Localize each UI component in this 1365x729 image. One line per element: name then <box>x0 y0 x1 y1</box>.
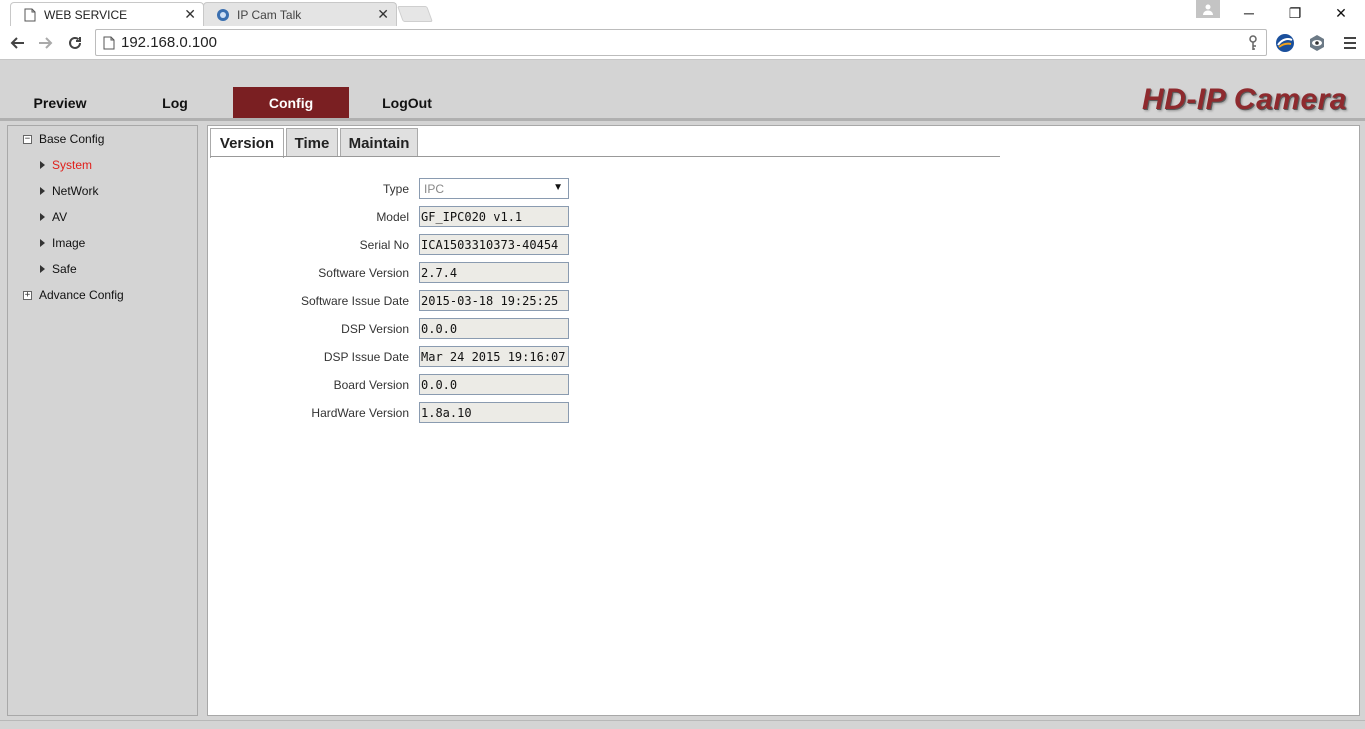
tab-time[interactable]: Time <box>286 128 338 157</box>
menu-preview[interactable]: Preview <box>2 87 118 118</box>
page-icon <box>23 8 37 22</box>
dsp-issue-date-label: DSP Issue Date <box>323 350 409 364</box>
address-url: 192.168.0.100 <box>121 34 217 51</box>
type-label: Type <box>382 182 409 196</box>
menu-icon[interactable] <box>1339 32 1361 54</box>
browser-tab-ip-cam-talk[interactable]: IP Cam Talk ✕ <box>203 2 397 26</box>
serial-field[interactable]: ICA1503310373-40454 <box>419 234 569 255</box>
key-icon[interactable] <box>1248 35 1258 54</box>
close-icon[interactable]: ✕ <box>184 6 196 23</box>
page-icon <box>103 36 115 54</box>
form-row-board-version: Board Version 0.0.0 <box>208 374 608 396</box>
chevron-down-icon: ▼ <box>553 182 563 193</box>
tree-label: Image <box>52 236 86 250</box>
browser-window: WEB SERVICE ✕ IP Cam Talk ✕ ─ ❐ ✕ 192.16… <box>0 0 1365 729</box>
browser-tab-strip: WEB SERVICE ✕ IP Cam Talk ✕ ─ ❐ ✕ <box>0 0 1365 26</box>
type-value: IPC <box>424 182 445 196</box>
sidebar: − Base Config System NetWork AV Image Sa… <box>7 125 198 716</box>
hardware-version-label: HardWare Version <box>311 406 409 420</box>
sidebar-item-system[interactable]: System <box>40 155 92 175</box>
type-select[interactable]: IPC ▼ <box>419 178 569 199</box>
header-divider <box>0 118 1365 121</box>
tree-advance-config[interactable]: + Advance Config <box>23 285 124 305</box>
serial-label: Serial No <box>359 238 409 252</box>
extension-icon[interactable] <box>1274 32 1296 54</box>
tab-divider <box>210 156 1000 157</box>
browser-toolbar: 192.168.0.100 <box>0 26 1365 60</box>
form-row-software-issue-date: Software Issue Date 2015-03-18 19:25:25 <box>208 290 608 312</box>
tab-maintain[interactable]: Maintain <box>340 128 418 157</box>
tree-label: Safe <box>52 262 77 276</box>
board-version-label: Board Version <box>333 378 409 392</box>
dsp-issue-date-field[interactable]: Mar 24 2015 19:16:07 <box>419 346 569 367</box>
tree-label: Advance Config <box>39 288 124 302</box>
close-icon[interactable]: ✕ <box>377 6 389 23</box>
sidebar-item-safe[interactable]: Safe <box>40 259 77 279</box>
sidebar-item-image[interactable]: Image <box>40 233 85 253</box>
window-close-button[interactable]: ✕ <box>1318 0 1364 26</box>
software-version-field[interactable]: 2.7.4 <box>419 262 569 283</box>
restore-button[interactable]: ❐ <box>1272 0 1318 26</box>
tree-label: NetWork <box>52 184 99 198</box>
brand-logo: HD-IP Camera <box>1142 83 1347 116</box>
camera-header: Preview Log Config LogOut HD-IP Camera <box>0 61 1365 118</box>
arrow-right-icon <box>40 265 45 273</box>
software-issue-date-field[interactable]: 2015-03-18 19:25:25 <box>419 290 569 311</box>
tree-label: Base Config <box>39 132 105 146</box>
expand-icon[interactable]: + <box>23 290 32 300</box>
dsp-version-label: DSP Version <box>341 322 409 336</box>
browser-tab-title: WEB SERVICE <box>44 7 128 22</box>
dsp-version-field[interactable]: 0.0.0 <box>419 318 569 339</box>
menu-config[interactable]: Config <box>233 87 349 118</box>
form-row-serial: Serial No ICA1503310373-40454 <box>208 234 608 256</box>
form-row-hardware-version: HardWare Version 1.8a.10 <box>208 402 608 424</box>
model-label: Model <box>376 210 409 224</box>
reload-icon[interactable] <box>63 31 87 55</box>
ipcamtalk-icon <box>216 8 230 22</box>
footer-bar <box>0 720 1365 729</box>
tab-version[interactable]: Version <box>210 128 284 158</box>
arrow-right-icon <box>40 213 45 221</box>
menu-logout[interactable]: LogOut <box>349 87 465 118</box>
tree-base-config[interactable]: − Base Config <box>23 129 104 149</box>
form-row-dsp-version: DSP Version 0.0.0 <box>208 318 608 340</box>
arrow-right-icon <box>40 239 45 247</box>
collapse-icon[interactable]: − <box>23 134 32 144</box>
software-issue-date-label: Software Issue Date <box>300 294 409 308</box>
new-tab-button[interactable] <box>397 6 433 22</box>
sidebar-item-network[interactable]: NetWork <box>40 181 98 201</box>
browser-tab-web-service[interactable]: WEB SERVICE ✕ <box>10 2 204 26</box>
board-version-field[interactable]: 0.0.0 <box>419 374 569 395</box>
profile-icon[interactable] <box>1196 0 1220 18</box>
browser-tab-title: IP Cam Talk <box>237 7 302 22</box>
menu-log[interactable]: Log <box>117 87 233 118</box>
arrow-right-icon <box>40 161 45 169</box>
eye-icon[interactable] <box>1306 32 1328 54</box>
model-field[interactable]: GF_IPC020 v1.1 <box>419 206 569 227</box>
tree-label: System <box>52 158 93 172</box>
content-panel: Version Time Maintain Type IPC ▼ Model G… <box>207 125 1360 716</box>
form-row-type: Type IPC ▼ <box>208 178 608 200</box>
back-arrow-icon[interactable] <box>5 31 29 55</box>
address-bar[interactable]: 192.168.0.100 <box>95 29 1267 56</box>
arrow-right-icon <box>40 187 45 195</box>
form-row-model: Model GF_IPC020 v1.1 <box>208 206 608 228</box>
forward-arrow-icon[interactable] <box>34 31 58 55</box>
sidebar-item-av[interactable]: AV <box>40 207 67 227</box>
hardware-version-field[interactable]: 1.8a.10 <box>419 402 569 423</box>
minimize-button[interactable]: ─ <box>1226 0 1272 26</box>
software-version-label: Software Version <box>318 266 409 280</box>
tree-label: AV <box>52 210 68 224</box>
form-row-dsp-issue-date: DSP Issue Date Mar 24 2015 19:16:07 <box>208 346 608 368</box>
form-row-software-version: Software Version 2.7.4 <box>208 262 608 284</box>
